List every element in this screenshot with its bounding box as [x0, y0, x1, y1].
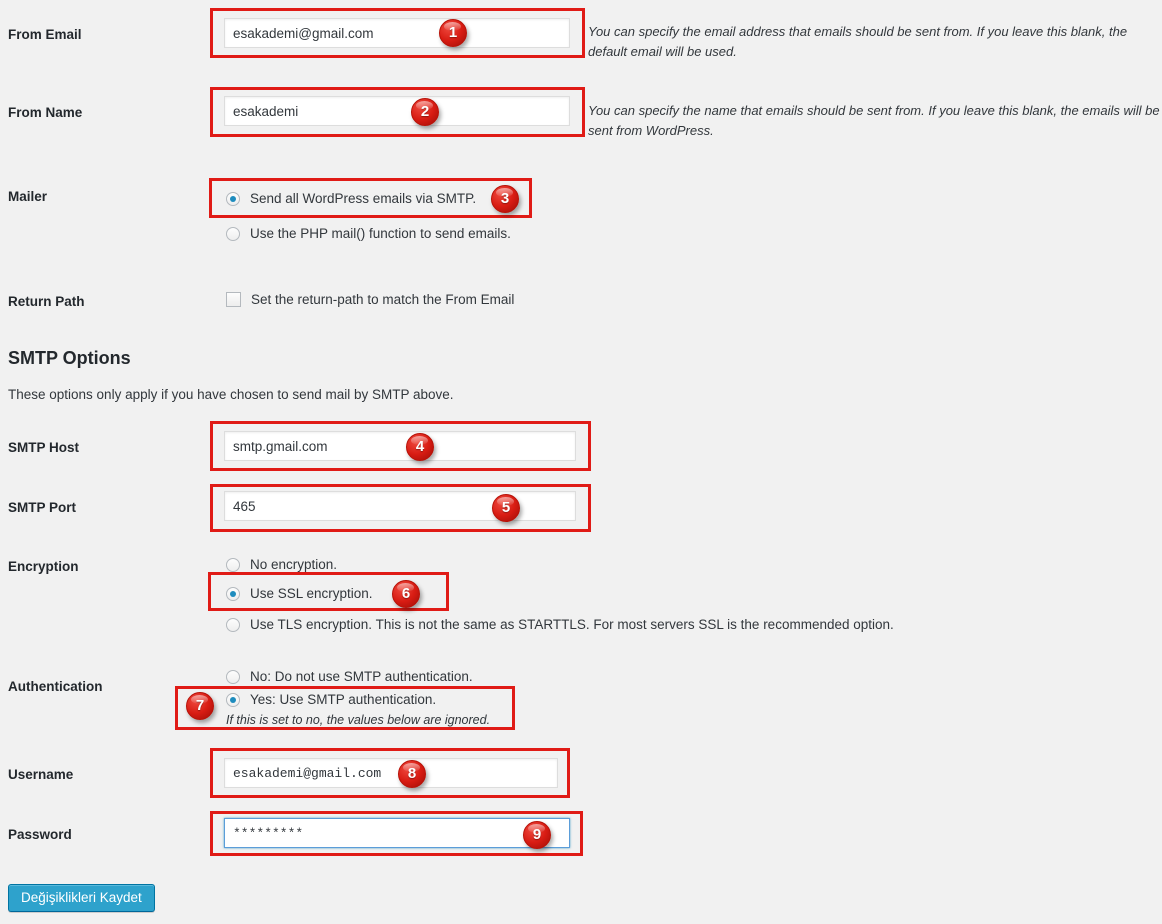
username-input[interactable]: [224, 758, 558, 788]
return-path-option-label: Set the return-path to match the From Em…: [251, 292, 515, 307]
radio-icon[interactable]: [226, 586, 240, 601]
password-label: Password: [8, 827, 72, 842]
authentication-note: If this is set to no, the values below a…: [226, 713, 491, 727]
annotation-badge-1: 1: [439, 19, 467, 47]
smtp-host-input[interactable]: [224, 431, 576, 461]
mailer-option-smtp[interactable]: Send all WordPress emails via SMTP.: [226, 191, 476, 206]
authentication-option-no-label: No: Do not use SMTP authentication.: [250, 669, 473, 684]
radio-icon[interactable]: [226, 617, 240, 632]
authentication-label: Authentication: [8, 679, 103, 694]
from-email-description: You can specify the email address that e…: [588, 24, 1128, 60]
encryption-option-tls[interactable]: Use TLS encryption. This is not the same…: [226, 617, 894, 632]
username-label: Username: [8, 767, 74, 782]
smtp-port-label: SMTP Port: [8, 500, 77, 515]
password-input[interactable]: [224, 818, 570, 848]
smtp-options-description: These options only apply if you have cho…: [8, 387, 454, 402]
encryption-option-ssl-label: Use SSL encryption.: [250, 586, 373, 601]
return-path-option[interactable]: Set the return-path to match the From Em…: [226, 292, 514, 307]
authentication-option-no[interactable]: No: Do not use SMTP authentication.: [226, 669, 473, 684]
annotation-badge-3: 3: [491, 185, 519, 213]
from-email-label: From Email: [8, 27, 82, 42]
annotation-badge-5: 5: [492, 494, 520, 522]
return-path-label: Return Path: [8, 294, 85, 309]
radio-icon[interactable]: [226, 191, 240, 206]
mailer-label: Mailer: [8, 189, 48, 204]
from-name-input[interactable]: [224, 96, 570, 126]
encryption-label: Encryption: [8, 559, 79, 574]
smtp-host-label: SMTP Host: [8, 440, 80, 455]
mailer-option-smtp-label: Send all WordPress emails via SMTP.: [250, 191, 477, 206]
annotation-badge-9: 9: [523, 821, 551, 849]
annotation-badge-2: 2: [411, 98, 439, 126]
annotation-badge-7: 7: [186, 692, 214, 720]
annotation-badge-8: 8: [398, 760, 426, 788]
encryption-option-none[interactable]: No encryption.: [226, 557, 337, 572]
mailer-option-phpmail[interactable]: Use the PHP mail() function to send emai…: [226, 226, 511, 241]
annotation-badge-4: 4: [406, 433, 434, 461]
radio-icon[interactable]: [226, 557, 240, 572]
radio-icon[interactable]: [226, 692, 240, 707]
encryption-option-ssl[interactable]: Use SSL encryption.: [226, 586, 373, 601]
smtp-port-input[interactable]: [224, 491, 576, 521]
annotation-badge-6: 6: [392, 580, 420, 608]
encryption-option-tls-label: Use TLS encryption. This is not the same…: [250, 617, 894, 632]
save-changes-button[interactable]: Değişiklikleri Kaydet: [8, 884, 155, 912]
checkbox-icon[interactable]: [226, 292, 241, 307]
encryption-option-none-label: No encryption.: [250, 557, 338, 572]
from-name-label: From Name: [8, 105, 83, 120]
radio-icon[interactable]: [226, 669, 240, 684]
smtp-options-heading: SMTP Options: [8, 348, 131, 368]
mailer-option-phpmail-label: Use the PHP mail() function to send emai…: [250, 226, 511, 241]
authentication-option-yes-label: Yes: Use SMTP authentication.: [250, 692, 437, 707]
authentication-option-yes[interactable]: Yes: Use SMTP authentication.: [226, 692, 436, 707]
from-email-input[interactable]: [224, 18, 570, 48]
radio-icon[interactable]: [226, 226, 240, 241]
from-name-description: You can specify the name that emails sho…: [588, 103, 1160, 139]
